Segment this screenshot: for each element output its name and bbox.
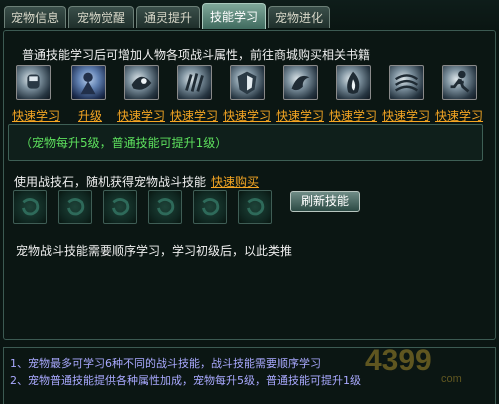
- skill-flame-icon[interactable]: [336, 65, 371, 100]
- skill-wind-icon[interactable]: [389, 65, 424, 100]
- battle-skill-slot[interactable]: [58, 190, 92, 224]
- battle-skill-slot[interactable]: [148, 190, 182, 224]
- svg-text:4399: 4399: [365, 344, 432, 377]
- skill-action-5[interactable]: 快速学习: [223, 107, 271, 124]
- tab-skill-learning[interactable]: 技能学习: [202, 3, 266, 29]
- learn-headline: 普通技能学习后可增加人物各项战斗属性，前往商城购买相关书籍: [22, 48, 371, 62]
- level-info-text: （宠物每升5级，普通技能可提升1级）: [20, 136, 228, 150]
- tab-pet-evolve[interactable]: 宠物进化: [268, 6, 330, 28]
- battle-skill-slot[interactable]: [103, 190, 137, 224]
- svg-text:com: com: [441, 373, 462, 384]
- skill-action-9[interactable]: 快速学习: [435, 107, 483, 124]
- tab-bar: 宠物信息 宠物觉醒 通灵提升 技能学习 宠物进化: [0, 0, 499, 31]
- footer-line-1: 1、宠物最多可学习6种不同的战斗技能，战斗技能需要顺序学习: [10, 357, 321, 370]
- battle-skill-slot[interactable]: [193, 190, 227, 224]
- skill-claw-icon[interactable]: [177, 65, 212, 100]
- tab-spirit-upgrade[interactable]: 通灵提升: [136, 6, 200, 28]
- skill-action-8[interactable]: 快速学习: [382, 107, 430, 124]
- skill-action-3[interactable]: 快速学习: [117, 107, 165, 124]
- tab-pet-info[interactable]: 宠物信息: [4, 6, 66, 28]
- level-info-box: （宠物每升5级，普通技能可提升1级）: [8, 124, 483, 161]
- footer-line-2: 2、宠物普通技能提供各种属性加成，宠物每升5级，普通技能可提升1级: [10, 374, 361, 387]
- skill-swirl-icon[interactable]: [283, 65, 318, 100]
- battle-note: 宠物战斗技能需要顺序学习，学习初级后，以此类推: [16, 244, 293, 258]
- skill-warrior-icon[interactable]: [71, 65, 106, 100]
- skill-fist-icon[interactable]: [16, 65, 51, 100]
- skill-shield-icon[interactable]: [230, 65, 265, 100]
- skill-action-2[interactable]: 升级: [78, 107, 102, 124]
- tab-pet-awaken[interactable]: 宠物觉醒: [68, 6, 134, 28]
- skill-runner-icon[interactable]: [442, 65, 477, 100]
- battle-skill-slot[interactable]: [238, 190, 272, 224]
- refresh-skill-button[interactable]: 刷新技能: [290, 191, 360, 212]
- skill-action-7[interactable]: 快速学习: [329, 107, 377, 124]
- battle-skill-slot[interactable]: [13, 190, 47, 224]
- quick-buy-link[interactable]: 快速购买: [211, 173, 259, 190]
- skill-action-1[interactable]: 快速学习: [12, 107, 60, 124]
- watermark-logo: 4399 com: [365, 344, 462, 384]
- skill-beast-icon[interactable]: [124, 65, 159, 100]
- battle-skill-label: 使用战技石，随机获得宠物战斗技能: [14, 175, 207, 189]
- skill-action-6[interactable]: 快速学习: [276, 107, 324, 124]
- skill-action-4[interactable]: 快速学习: [170, 107, 218, 124]
